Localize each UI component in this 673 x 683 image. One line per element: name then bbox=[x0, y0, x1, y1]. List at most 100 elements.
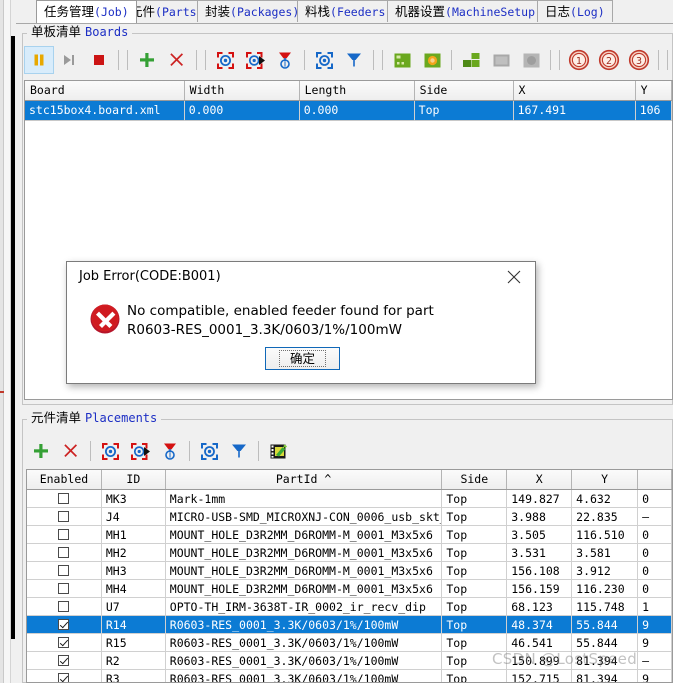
tab-job[interactable]: 任务管理(Job) bbox=[36, 0, 137, 23]
enabled-checkbox[interactable] bbox=[58, 547, 70, 558]
placements-col-side[interactable]: Side bbox=[442, 470, 508, 489]
placements-col-partid[interactable]: PartId ^ bbox=[165, 470, 443, 489]
capture-offset-button[interactable] bbox=[125, 437, 155, 465]
placements-cell-side: Top bbox=[442, 544, 508, 562]
tab-feeders[interactable]: 料栈(Feeders) bbox=[297, 0, 401, 22]
placements-cell-extra: 1 bbox=[638, 598, 672, 616]
placements-cell-enabled[interactable] bbox=[27, 598, 102, 616]
table-row[interactable]: J4 MICRO-USB-SMD_MICROXNJ-CON_0006_usb_sk… bbox=[27, 508, 672, 526]
table-row[interactable]: R2 R0603-RES_0001_3.3K/0603/1%/100mW Top 15… bbox=[27, 652, 672, 670]
enabled-checkbox[interactable] bbox=[58, 637, 70, 648]
table-row[interactable]: R14 R0603-RES_0001_3.3K/0603/1%/100mW Top 4… bbox=[27, 616, 672, 634]
enabled-checkbox[interactable] bbox=[58, 529, 70, 540]
tab-machine-setup[interactable]: 机器设置(MachineSetup) bbox=[387, 0, 550, 22]
tab-job-label-en: (Job) bbox=[94, 5, 129, 19]
placements-cell-side: Top bbox=[442, 634, 508, 652]
remove-placement-button[interactable] bbox=[56, 437, 86, 465]
enabled-checkbox[interactable] bbox=[58, 619, 70, 630]
table-row[interactable]: MH2 MOUNT_HOLE_D3R2MM_D6ROMM-M_0001_M3x5x… bbox=[27, 544, 672, 562]
placements-cell-enabled[interactable] bbox=[27, 562, 102, 580]
remove-board-button[interactable] bbox=[162, 46, 192, 74]
step-button[interactable] bbox=[54, 46, 84, 74]
placements-cell-extra: 0 bbox=[638, 580, 672, 598]
tab-packages-label-cn: 封装 bbox=[205, 4, 231, 19]
confirm-button[interactable]: 确定 bbox=[265, 347, 340, 370]
filter-button[interactable] bbox=[339, 46, 369, 74]
placements-cell-enabled[interactable] bbox=[27, 580, 102, 598]
table-row[interactable]: MH3 MOUNT_HOLE_D3R2MM_D6ROMM-M_0001_M3x5x… bbox=[27, 562, 672, 580]
board-top-view-button[interactable] bbox=[387, 46, 417, 74]
placements-col-y[interactable]: Y bbox=[572, 470, 639, 489]
boards-col-width[interactable]: Width bbox=[184, 81, 300, 100]
placements-cell-enabled[interactable] bbox=[27, 544, 102, 562]
placements-col-id[interactable]: ID bbox=[101, 470, 166, 489]
placements-cell-x: 46.541 bbox=[507, 634, 573, 652]
placements-col-enabled[interactable]: Enabled bbox=[27, 470, 102, 489]
board-circle-button[interactable] bbox=[417, 46, 447, 74]
boards-col-x[interactable]: X bbox=[513, 81, 636, 100]
table-row[interactable]: R3 R0603-RES_0001_3.3K/0603/1%/100mW Top 15… bbox=[27, 670, 672, 682]
toolbar-separator bbox=[369, 49, 378, 71]
panel-array-button[interactable] bbox=[456, 46, 486, 74]
boards-table-row[interactable]: stc15box4.board.xml 0.000 0.000 Top 167.… bbox=[25, 101, 672, 121]
add-board-button[interactable] bbox=[132, 46, 162, 74]
svg-text:2: 2 bbox=[606, 56, 612, 67]
placements-cell-id: MK3 bbox=[101, 490, 166, 508]
toolbar-separator bbox=[192, 49, 201, 71]
placements-cell-enabled[interactable] bbox=[27, 634, 102, 652]
capture-position-button[interactable] bbox=[95, 437, 125, 465]
placements-table[interactable]: Enabled ID PartId ^ Side X Y MK3 Mark-1mm… bbox=[26, 469, 673, 683]
panel-gray-1-button[interactable] bbox=[486, 46, 516, 74]
placements-cell-enabled[interactable] bbox=[27, 526, 102, 544]
enabled-checkbox[interactable] bbox=[58, 673, 70, 682]
table-row[interactable]: MK3 Mark-1mm Top 149.827 4.632 0 bbox=[27, 490, 672, 508]
boards-col-board[interactable]: Board bbox=[25, 81, 185, 100]
enabled-checkbox[interactable] bbox=[58, 583, 70, 594]
nozzle-align-button[interactable] bbox=[155, 437, 185, 465]
placements-cell-enabled[interactable] bbox=[27, 490, 102, 508]
enabled-checkbox[interactable] bbox=[58, 565, 70, 576]
placements-col-extra[interactable] bbox=[638, 470, 672, 489]
placements-col-x[interactable]: X bbox=[507, 470, 573, 489]
placements-cell-x: 150.899 bbox=[507, 652, 573, 670]
stop-button[interactable] bbox=[84, 46, 114, 74]
placements-cell-partid: OPTO-TH_IRM-3638T-IR_0002_ir_recv_dip bbox=[165, 598, 443, 616]
placements-cell-enabled[interactable] bbox=[27, 616, 102, 634]
enabled-checkbox[interactable] bbox=[58, 655, 70, 666]
toolbar-separator bbox=[123, 49, 132, 71]
boards-col-side[interactable]: Side bbox=[414, 81, 514, 100]
filter-button[interactable] bbox=[224, 437, 254, 465]
nozzle-calibrate-button[interactable] bbox=[270, 46, 300, 74]
close-button[interactable] bbox=[493, 262, 535, 291]
placements-cell-extra: 0 bbox=[638, 526, 672, 544]
panel-gray-2-button[interactable] bbox=[516, 46, 546, 74]
table-row[interactable]: R15 R0603-RES_0001_3.3K/0603/1%/100mW Top 4… bbox=[27, 634, 672, 652]
dialog-message: No compatible, enabled feeder found for … bbox=[127, 302, 517, 340]
enabled-checkbox[interactable] bbox=[58, 511, 70, 522]
fiducial-2-button[interactable]: 2 bbox=[594, 46, 624, 74]
boards-col-y[interactable]: Y bbox=[635, 81, 672, 100]
camera-locate-button[interactable] bbox=[309, 46, 339, 74]
camera-locate-button[interactable] bbox=[194, 437, 224, 465]
fiducial-3-button[interactable]: 3 bbox=[624, 46, 654, 74]
table-row[interactable]: MH1 MOUNT_HOLE_D3R2MM_D6ROMM-M_0001_M3x5x… bbox=[27, 526, 672, 544]
fiducial-capture-button[interactable] bbox=[210, 46, 240, 74]
tab-feeders-label-en: (Feeders) bbox=[330, 5, 393, 19]
enabled-checkbox[interactable] bbox=[58, 493, 70, 504]
edit-green-icon bbox=[270, 444, 287, 458]
placements-cell-partid: R0603-RES_0001_3.3K/0603/1%/100mW bbox=[166, 670, 443, 682]
add-placement-button[interactable] bbox=[26, 437, 56, 465]
edit-placements-button[interactable] bbox=[263, 437, 293, 465]
enabled-checkbox[interactable] bbox=[58, 601, 70, 612]
placements-cell-enabled[interactable] bbox=[27, 508, 102, 526]
fiducial-1-button[interactable]: 1 bbox=[564, 46, 594, 74]
tab-log[interactable]: 日志(Log) bbox=[537, 0, 613, 22]
fiducial-offset-button[interactable] bbox=[240, 46, 270, 74]
placements-cell-enabled[interactable] bbox=[27, 652, 102, 670]
placements-cell-enabled[interactable] bbox=[27, 670, 102, 682]
pause-button[interactable] bbox=[24, 46, 54, 74]
tab-packages[interactable]: 封装(Packages) bbox=[197, 0, 308, 22]
table-row[interactable]: MH4 MOUNT_HOLE_D3R2MM_D6ROMM-M_0001_M3x5x… bbox=[27, 580, 672, 598]
table-row[interactable]: U7 OPTO-TH_IRM-3638T-IR_0002_ir_recv_dip T… bbox=[27, 598, 672, 616]
boards-col-length[interactable]: Length bbox=[299, 81, 415, 100]
